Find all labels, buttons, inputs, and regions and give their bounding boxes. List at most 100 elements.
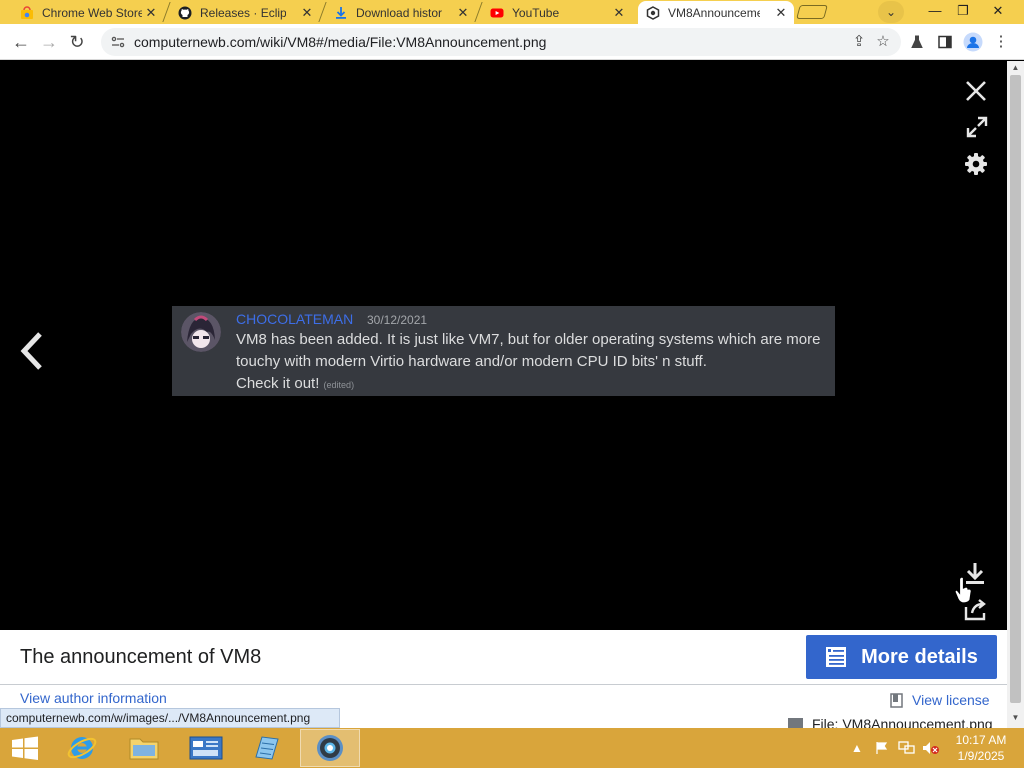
site-logo-icon — [646, 5, 660, 20]
tab-close-icon[interactable]: ✕ — [300, 5, 314, 21]
tab-strip: Chrome Web Store ✕ Releases · Eclipse ✕ … — [0, 0, 1024, 24]
tab-close-icon[interactable]: ✕ — [612, 5, 626, 21]
message-line: touchy with modern Virtio hardware and/o… — [236, 353, 707, 370]
internet-explorer-icon — [67, 737, 97, 759]
close-icon: ✕ — [992, 3, 1004, 18]
window-close-button[interactable]: ✕ — [980, 0, 1016, 22]
clock-time: 10:17 AM — [955, 733, 1007, 747]
tab-title: YouTube — [512, 5, 560, 20]
clock-date: 1/9/2025 — [957, 749, 1005, 763]
youtube-icon — [490, 8, 504, 17]
taskbar-clock[interactable]: 10:17 AM 1/9/2025 — [946, 732, 1016, 764]
tab-youtube[interactable]: YouTube ✕ — [482, 1, 632, 24]
folder-icon — [129, 738, 159, 760]
download-icon — [336, 6, 346, 19]
image-file-icon — [788, 717, 803, 728]
lab-flask-icon — [911, 35, 923, 48]
tab-vm8-announcement[interactable]: VM8Announcement ✕ — [638, 1, 794, 24]
view-author-link[interactable]: View author information — [20, 690, 167, 706]
flag-icon — [876, 742, 888, 754]
scroll-up-icon[interactable]: ▲ — [1007, 61, 1024, 75]
fullscreen-icon[interactable] — [965, 115, 989, 139]
extensions-button[interactable] — [906, 31, 928, 53]
site-settings-icon — [111, 36, 125, 48]
taskbar-file-explorer[interactable] — [114, 729, 174, 767]
menu-button[interactable]: ⋮ — [990, 31, 1012, 53]
new-tab-button[interactable] — [796, 5, 828, 19]
reload-icon: ↻ — [69, 32, 85, 52]
avatar — [181, 312, 221, 352]
bookmark-button[interactable]: ☆ — [873, 32, 893, 52]
chrome-web-store-icon — [21, 5, 33, 19]
maximize-button[interactable]: ❐ — [948, 0, 978, 22]
taskbar-chrome[interactable] — [300, 729, 360, 767]
scroll-down-icon[interactable]: ▼ — [1007, 711, 1024, 725]
view-license-label: View license — [912, 692, 990, 708]
tab-title: Chrome Web Store — [42, 5, 142, 20]
previous-image-icon[interactable] — [18, 331, 46, 371]
tab-search-button[interactable]: ⌄ — [878, 1, 904, 23]
tray-network[interactable] — [896, 728, 918, 768]
windows-logo-icon — [12, 736, 38, 760]
browser-toolbar: ← → ↻ computernewb.com/wiki/VM8#/media/F… — [0, 24, 1024, 60]
file-name-row: File: VM8Announcement.png — [788, 716, 993, 728]
tray-overflow-button[interactable]: ▲ — [848, 728, 866, 768]
tab-github-releases[interactable]: Releases · Eclipse ✕ — [170, 1, 320, 24]
more-details-label: More details — [861, 645, 978, 668]
taskbar: ▲ 10:17 AM 1/9/2025 — [0, 728, 1024, 768]
side-panel-icon — [938, 35, 952, 49]
arrow-left-icon: ← — [12, 32, 30, 52]
hand-cursor-icon — [954, 576, 972, 604]
tab-close-icon[interactable]: ✕ — [456, 5, 470, 21]
document-icon — [826, 647, 847, 667]
forward-button[interactable]: → — [37, 30, 61, 54]
address-bar[interactable]: computernewb.com/wiki/VM8#/media/File:VM… — [101, 28, 901, 56]
chevron-down-icon: ⌄ — [885, 5, 897, 19]
tray-action-center[interactable] — [872, 728, 892, 768]
reload-button[interactable]: ↻ — [65, 30, 89, 54]
announcement-image: CHOCOLATEMAN 30/12/2021 VM8 has been add… — [172, 306, 835, 396]
back-button[interactable]: ← — [9, 30, 33, 54]
close-icon[interactable] — [964, 79, 988, 103]
restore-icon: ❐ — [957, 3, 969, 18]
more-details-button[interactable]: More details — [806, 635, 997, 679]
tab-download-history[interactable]: Download history ✕ — [326, 1, 476, 24]
message-date: 30/12/2021 — [367, 313, 428, 327]
arrow-right-icon: → — [40, 32, 58, 52]
scrollbar-thumb[interactable] — [1010, 75, 1021, 703]
share-button[interactable]: ⇪ — [849, 32, 869, 52]
file-name-label[interactable]: File: VM8Announcement.png — [812, 716, 993, 728]
tab-chrome-web-store[interactable]: Chrome Web Store ✕ — [12, 1, 164, 24]
chrome-icon — [317, 735, 343, 761]
tab-title: VM8Announcement — [668, 5, 760, 20]
start-button[interactable] — [0, 728, 50, 768]
chevron-up-icon: ▲ — [851, 741, 863, 755]
minimize-icon: — — [928, 3, 942, 18]
network-icon — [898, 741, 915, 754]
tray-volume[interactable] — [920, 728, 942, 768]
taskbar-internet-explorer[interactable] — [52, 729, 112, 767]
status-bubble: computernewb.com/w/images/.../VM8Announc… — [0, 708, 340, 728]
tab-title: Releases · Eclipse — [200, 5, 286, 20]
view-license-link[interactable]: View license — [890, 692, 990, 708]
taskbar-notepad[interactable] — [236, 729, 296, 767]
avatar-illustration — [181, 312, 221, 352]
media-viewer: CHOCOLATEMAN 30/12/2021 VM8 has been add… — [0, 61, 1007, 630]
minimize-button[interactable]: — — [920, 0, 950, 22]
url-text[interactable]: computernewb.com/wiki/VM8#/media/File:VM… — [134, 28, 546, 56]
taskbar-server-manager[interactable] — [176, 729, 236, 767]
edited-label: (edited) — [323, 380, 355, 390]
message-line-text: Check it out! — [236, 375, 320, 392]
volume-muted-icon — [923, 742, 939, 754]
tab-close-icon[interactable]: ✕ — [774, 5, 788, 21]
media-title: The announcement of VM8 — [20, 646, 262, 668]
star-icon: ☆ — [876, 33, 890, 50]
side-panel-button[interactable] — [934, 31, 956, 53]
page-scrollbar[interactable]: ▲ ▼ — [1007, 61, 1024, 728]
gear-icon[interactable] — [964, 152, 988, 176]
profile-button[interactable] — [962, 31, 984, 53]
tab-close-icon[interactable]: ✕ — [144, 5, 158, 21]
divider — [0, 684, 1007, 685]
notepad-icon — [255, 736, 279, 760]
github-icon — [178, 6, 192, 19]
